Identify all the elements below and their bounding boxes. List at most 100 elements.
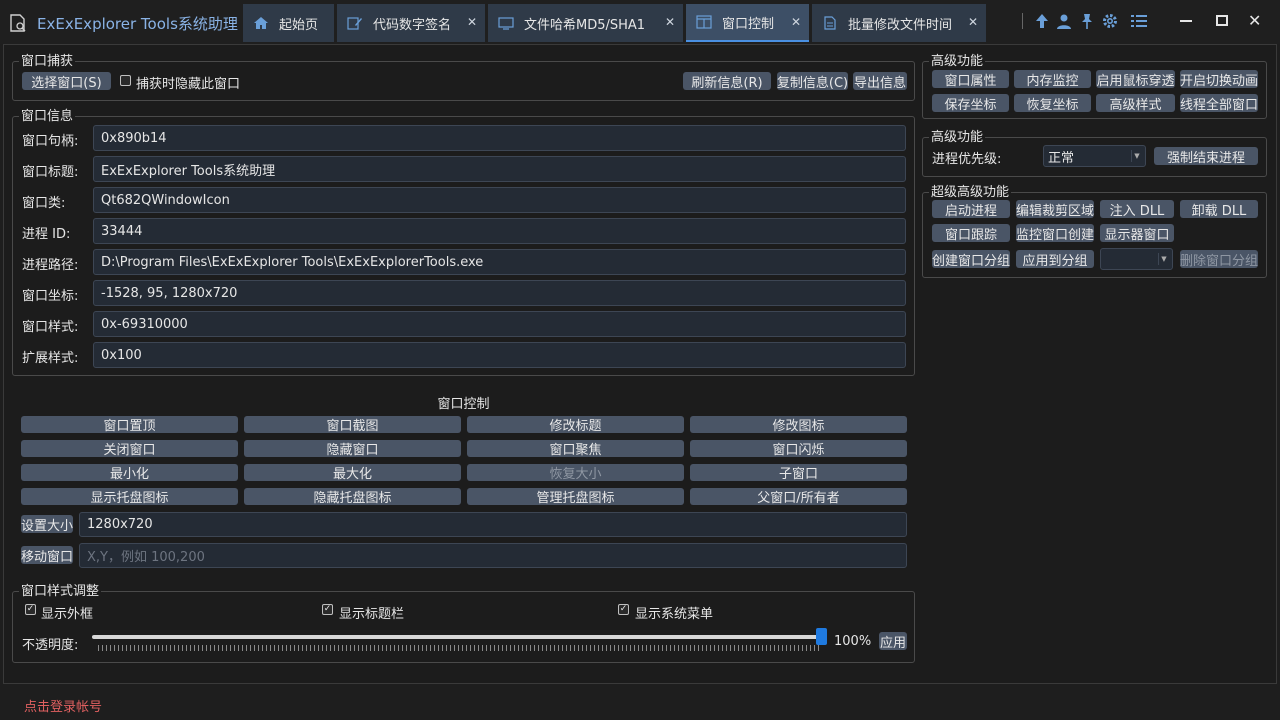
- close-window-icon[interactable]: ✕: [1248, 11, 1261, 30]
- show-sysmenu-checkbox[interactable]: ✓: [618, 604, 629, 615]
- tab-label: 批量修改文件时间: [848, 17, 953, 33]
- advanced-style-button[interactable]: 高级样式: [1096, 94, 1175, 113]
- opacity-label: 不透明度:: [22, 638, 79, 653]
- thread-windows-button[interactable]: 线程全部窗口: [1180, 94, 1258, 113]
- tab-batch-file-time[interactable]: 批量修改文件时间 ✕: [812, 4, 986, 42]
- edit-title-button[interactable]: 修改标题: [467, 416, 684, 434]
- display-window-button[interactable]: 显示器窗口: [1100, 224, 1174, 243]
- edit-icon-button[interactable]: 修改图标: [690, 416, 907, 434]
- gear-icon[interactable]: [1101, 12, 1119, 30]
- apply-group-button[interactable]: 应用到分组: [1016, 250, 1094, 269]
- set-size-button[interactable]: 设置大小: [21, 515, 73, 534]
- path-label: 进程路径:: [22, 258, 79, 273]
- select-window-button[interactable]: 选择窗口(S): [22, 72, 111, 91]
- show-titlebar-label: 显示标题栏: [339, 607, 405, 622]
- refresh-info-button[interactable]: 刷新信息(R): [683, 72, 771, 91]
- child-window-button[interactable]: 子窗口: [690, 464, 907, 482]
- restore-button[interactable]: 恢复大小: [467, 464, 684, 482]
- close-icon[interactable]: ✕: [467, 15, 477, 29]
- flash-window-button[interactable]: 窗口闪烁: [690, 440, 907, 458]
- edit-clip-region-button[interactable]: 编辑裁剪区域: [1016, 200, 1094, 219]
- toolbar-separator: [1022, 13, 1023, 29]
- show-tray-button[interactable]: 显示托盘图标: [21, 488, 238, 506]
- arrow-up-icon[interactable]: [1033, 12, 1051, 30]
- chevron-down-icon: ▼: [1158, 253, 1169, 265]
- title-label: 窗口标题:: [22, 165, 79, 180]
- login-link[interactable]: 点击登录帐号: [24, 696, 102, 715]
- close-icon[interactable]: ✕: [791, 15, 801, 29]
- save-coords-button[interactable]: 保存坐标: [932, 94, 1009, 113]
- mouse-passthrough-button[interactable]: 启用鼠标穿透: [1096, 70, 1175, 89]
- hide-on-capture-checkbox[interactable]: [120, 75, 131, 86]
- title-field[interactable]: ExExExplorer Tools系统助理: [93, 156, 906, 182]
- tab-label: 代码数字签名: [373, 17, 452, 33]
- list-icon[interactable]: [1130, 12, 1148, 30]
- class-label: 窗口类:: [22, 196, 66, 211]
- focus-window-button[interactable]: 窗口聚焦: [467, 440, 684, 458]
- switch-animation-button[interactable]: 开启切换动画: [1180, 70, 1258, 89]
- memory-monitor-button[interactable]: 内存监控: [1014, 70, 1091, 89]
- coords-field[interactable]: -1528, 95, 1280x720: [93, 280, 906, 306]
- unload-dll-button[interactable]: 卸载 DLL: [1180, 200, 1258, 219]
- user-icon[interactable]: [1055, 12, 1073, 30]
- process-group-title: 高级功能: [929, 130, 986, 145]
- tab-file-hash[interactable]: 文件哈希MD5/SHA1 ✕: [488, 4, 683, 42]
- pin-icon[interactable]: [1078, 12, 1096, 30]
- handle-field[interactable]: 0x890b14: [93, 125, 906, 151]
- minimize-icon[interactable]: [1180, 20, 1192, 22]
- priority-select[interactable]: 正常 ▼: [1043, 145, 1146, 167]
- move-window-button[interactable]: 移动窗口: [21, 546, 73, 565]
- close-icon[interactable]: ✕: [665, 15, 675, 29]
- restore-coords-button[interactable]: 恢复坐标: [1014, 94, 1091, 113]
- tab-label: 起始页: [279, 17, 319, 33]
- move-input[interactable]: X,Y，例如 100,200: [79, 543, 907, 568]
- ex-style-field[interactable]: 0x100: [93, 342, 906, 368]
- close-window-button[interactable]: 关闭窗口: [21, 440, 238, 458]
- class-field[interactable]: Qt682QWindowIcon: [93, 187, 906, 213]
- opacity-slider-ticks: [98, 645, 822, 651]
- close-icon[interactable]: ✕: [968, 15, 978, 29]
- screenshot-button[interactable]: 窗口截图: [244, 416, 461, 434]
- tab-window-control[interactable]: 窗口控制 ✕: [686, 4, 809, 42]
- opacity-slider-handle[interactable]: [816, 628, 827, 645]
- tab-code-signing[interactable]: 代码数字签名 ✕: [337, 4, 485, 42]
- inject-dll-button[interactable]: 注入 DLL: [1100, 200, 1174, 219]
- hide-on-capture-label: 捕获时隐藏此窗口: [136, 77, 241, 92]
- style-group-title: 窗口样式调整: [19, 584, 102, 599]
- create-group-button[interactable]: 创建窗口分组: [932, 250, 1010, 269]
- show-frame-checkbox[interactable]: ✓: [25, 604, 36, 615]
- ex-style-label: 扩展样式:: [22, 351, 79, 366]
- minimize-button[interactable]: 最小化: [21, 464, 238, 482]
- show-frame-label: 显示外框: [41, 607, 94, 622]
- topmost-button[interactable]: 窗口置顶: [21, 416, 238, 434]
- start-process-button[interactable]: 启动进程: [932, 200, 1010, 219]
- copy-info-button[interactable]: 复制信息(C): [777, 72, 848, 91]
- delete-group-button[interactable]: 删除窗口分组: [1180, 250, 1258, 269]
- show-titlebar-checkbox[interactable]: ✓: [322, 604, 333, 615]
- parent-owner-button[interactable]: 父窗口/所有者: [690, 488, 907, 506]
- apply-opacity-button[interactable]: 应用: [879, 632, 907, 651]
- info-group: [12, 116, 915, 376]
- capture-group-title: 窗口捕获: [19, 54, 76, 69]
- opacity-slider-track[interactable]: [92, 635, 822, 639]
- document-icon: [822, 16, 838, 30]
- info-group-title: 窗口信息: [19, 109, 76, 124]
- hide-window-button[interactable]: 隐藏窗口: [244, 440, 461, 458]
- maximize-icon[interactable]: [1216, 15, 1228, 26]
- pid-field[interactable]: 33444: [93, 218, 906, 244]
- window-tracking-button[interactable]: 窗口跟踪: [932, 224, 1010, 243]
- group-select[interactable]: ▼: [1100, 248, 1173, 270]
- export-info-button[interactable]: 导出信息: [853, 72, 907, 91]
- kill-process-button[interactable]: 强制结束进程: [1154, 147, 1258, 166]
- size-input[interactable]: 1280x720: [79, 512, 907, 537]
- window-icon: [696, 15, 712, 29]
- monitor-creation-button[interactable]: 监控窗口创建: [1016, 224, 1094, 243]
- window-props-button[interactable]: 窗口属性: [932, 70, 1009, 89]
- hide-tray-button[interactable]: 隐藏托盘图标: [244, 488, 461, 506]
- tab-label: 文件哈希MD5/SHA1: [524, 17, 646, 33]
- maximize-button[interactable]: 最大化: [244, 464, 461, 482]
- tab-home[interactable]: 起始页: [243, 4, 334, 42]
- path-field[interactable]: D:\Program Files\ExExExplorer Tools\ExEx…: [93, 249, 906, 275]
- manage-tray-button[interactable]: 管理托盘图标: [467, 488, 684, 506]
- style-field[interactable]: 0x-69310000: [93, 311, 906, 337]
